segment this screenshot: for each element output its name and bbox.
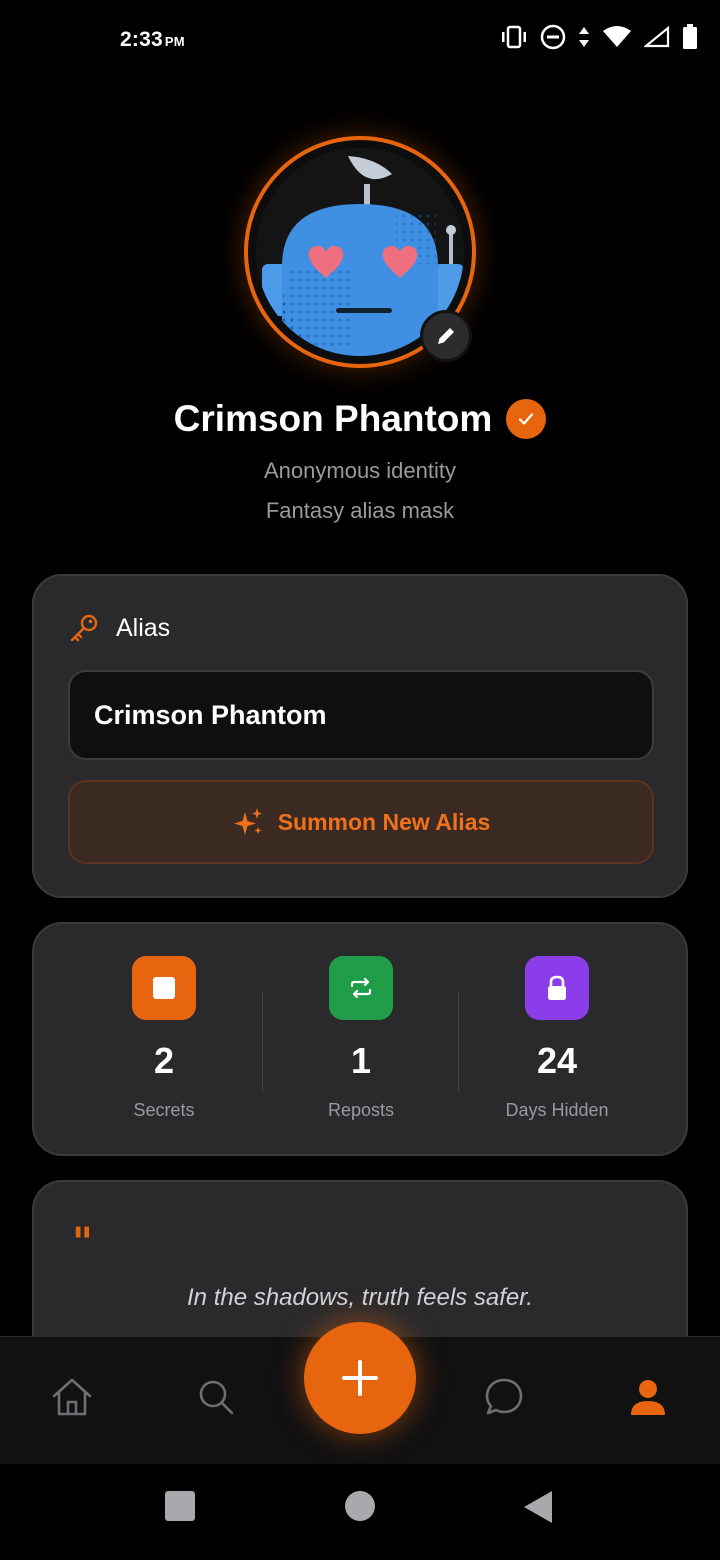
status-time: 2:33 PM bbox=[120, 28, 185, 52]
profile-screen: 2:33 PM Crimson Phantom Anonymous identi… bbox=[0, 0, 720, 1560]
status-icons bbox=[500, 24, 698, 50]
home-icon bbox=[52, 1378, 92, 1416]
stat-days-hidden[interactable]: 24 Days Hidden bbox=[459, 956, 655, 1121]
profile-subtitle-identity: Anonymous identity bbox=[264, 458, 456, 483]
data-arrows-icon bbox=[579, 27, 589, 47]
chat-icon bbox=[485, 1378, 523, 1415]
stat-reposts-icon-box bbox=[329, 956, 393, 1020]
vibrate-icon bbox=[502, 25, 526, 49]
quote-text: In the shadows, truth feels safer. bbox=[187, 1284, 533, 1311]
square-recents-icon bbox=[165, 1491, 195, 1521]
status-time-ampm: PM bbox=[164, 34, 185, 49]
sparkles-icon bbox=[233, 808, 262, 835]
cell-signal-icon bbox=[644, 26, 670, 48]
stat-value: 1 bbox=[350, 1040, 372, 1081]
stat-label: Secrets bbox=[133, 1100, 195, 1120]
lock-icon bbox=[548, 975, 566, 1000]
home-button[interactable] bbox=[344, 1490, 376, 1527]
recents-button[interactable] bbox=[164, 1490, 196, 1527]
stat-reposts[interactable]: 1 Reposts bbox=[263, 956, 459, 1121]
do-not-disturb-icon bbox=[540, 24, 566, 50]
profile-name: Crimson Phantom bbox=[173, 398, 493, 439]
stat-label: Days Hidden bbox=[505, 1100, 609, 1120]
profile-subtitle-mask: Fantasy alias mask bbox=[265, 498, 455, 523]
search-icon bbox=[199, 1380, 234, 1415]
check-icon bbox=[519, 413, 534, 425]
stat-secrets-icon-box bbox=[132, 956, 196, 1020]
triangle-back-icon bbox=[524, 1491, 552, 1523]
profile-name-row: Crimson Phantom bbox=[0, 398, 720, 440]
wifi-icon bbox=[603, 26, 631, 47]
alias-header-label: Alias bbox=[116, 613, 171, 642]
add-post-button[interactable] bbox=[304, 1322, 416, 1434]
square-icon bbox=[153, 977, 175, 999]
nav-home[interactable] bbox=[42, 1367, 102, 1427]
add-icon bbox=[342, 1360, 378, 1396]
edit-avatar-button[interactable] bbox=[420, 310, 472, 362]
pencil-icon bbox=[438, 328, 454, 344]
quote-mark: " bbox=[72, 1220, 93, 1266]
nav-search[interactable] bbox=[186, 1367, 246, 1427]
key-icon bbox=[70, 614, 98, 642]
stat-value: 2 bbox=[153, 1040, 175, 1081]
status-time-value: 2:33 bbox=[120, 28, 163, 51]
stat-days-hidden-icon-box bbox=[525, 956, 589, 1020]
circle-home-icon bbox=[345, 1491, 375, 1521]
repost-icon bbox=[350, 977, 372, 999]
system-nav-bar bbox=[0, 1464, 720, 1560]
verified-badge bbox=[506, 399, 547, 439]
stat-label: Reposts bbox=[327, 1100, 395, 1120]
nav-profile[interactable] bbox=[618, 1367, 678, 1427]
profile-icon bbox=[631, 1380, 665, 1415]
alias-header: Alias bbox=[68, 612, 170, 644]
back-button[interactable] bbox=[522, 1490, 554, 1529]
stat-value: 24 bbox=[536, 1040, 578, 1081]
stats-card: 2 Secrets 1 Reposts 24 Days Hidden bbox=[32, 922, 688, 1156]
summon-new-alias-label: Summon New Alias bbox=[277, 808, 491, 835]
status-bar: 2:33 PM bbox=[0, 0, 720, 80]
stat-secrets[interactable]: 2 Secrets bbox=[66, 956, 262, 1121]
battery-icon bbox=[683, 24, 697, 49]
nav-messages[interactable] bbox=[474, 1367, 534, 1427]
alias-input[interactable]: Crimson Phantom bbox=[68, 670, 654, 760]
alias-card: Alias Crimson Phantom Summon New Alias bbox=[32, 574, 688, 898]
summon-new-alias-button[interactable]: Summon New Alias bbox=[68, 780, 654, 864]
